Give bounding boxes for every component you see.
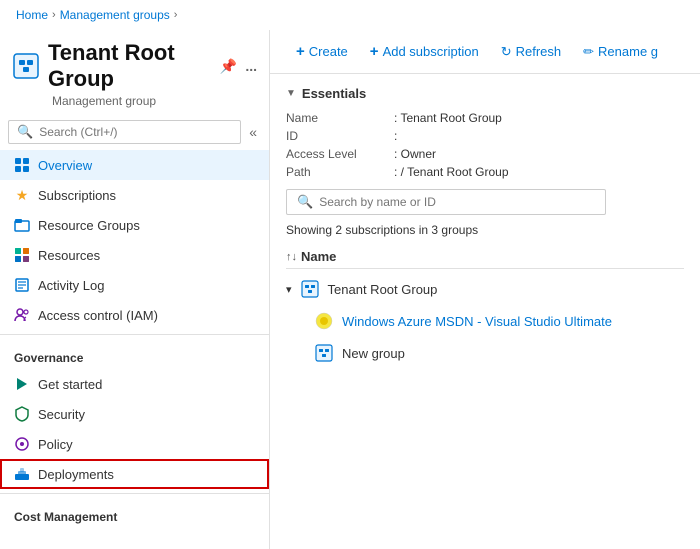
id-value: : bbox=[394, 129, 684, 143]
name-value: : Tenant Root Group bbox=[394, 111, 684, 125]
toolbar: + Create + Add subscription ↻ Refresh ✏ … bbox=[270, 30, 700, 74]
sidebar-resource-icon bbox=[12, 50, 40, 82]
breadcrumb: Home › Management groups › bbox=[0, 0, 700, 30]
more-options-button[interactable]: ... bbox=[245, 58, 257, 74]
add-subscription-button[interactable]: + Add subscription bbox=[360, 38, 489, 65]
access-level-label: Access Level bbox=[286, 147, 386, 161]
id-label: ID bbox=[286, 129, 386, 143]
get-started-icon bbox=[14, 376, 30, 392]
new-group-label: New group bbox=[342, 346, 405, 361]
essentials-section: ▼ Essentials Name : Tenant Root Group ID… bbox=[270, 74, 700, 381]
filter-input[interactable] bbox=[319, 195, 595, 209]
sidebar-item-security[interactable]: Security bbox=[0, 399, 269, 429]
breadcrumb-home[interactable]: Home bbox=[16, 8, 48, 22]
filter-search-icon: 🔍 bbox=[297, 194, 313, 210]
access-level-value: : Owner bbox=[394, 147, 684, 161]
subscriptions-icon: ★ bbox=[14, 187, 30, 203]
new-group-icon bbox=[314, 343, 334, 363]
breadcrumb-sep2: › bbox=[174, 9, 178, 21]
subscription-icon bbox=[314, 311, 334, 331]
sidebar-item-resources[interactable]: Resources bbox=[0, 240, 269, 270]
overview-icon bbox=[14, 157, 30, 173]
sidebar-item-activity-log-label: Activity Log bbox=[38, 278, 104, 293]
sidebar-item-subscriptions[interactable]: ★ Subscriptions bbox=[0, 180, 269, 210]
pin-button[interactable]: 📌 bbox=[220, 58, 237, 75]
cost-management-section-label: Cost Management bbox=[0, 498, 269, 528]
create-label: Create bbox=[309, 44, 348, 59]
list-item-subscription: Windows Azure MSDN - Visual Studio Ultim… bbox=[286, 305, 684, 337]
add-subscription-label: Add subscription bbox=[383, 44, 479, 59]
create-button[interactable]: + Create bbox=[286, 38, 358, 65]
sidebar-item-resource-groups[interactable]: Resource Groups bbox=[0, 210, 269, 240]
resources-icon bbox=[14, 247, 30, 263]
create-plus-icon: + bbox=[296, 43, 305, 60]
content-area: + Create + Add subscription ↻ Refresh ✏ … bbox=[270, 30, 700, 549]
filter-box[interactable]: 🔍 bbox=[286, 189, 606, 215]
path-label: Path bbox=[286, 165, 386, 179]
list-item-new-group: New group bbox=[286, 337, 684, 369]
policy-icon bbox=[14, 436, 30, 452]
showing-text: Showing 2 subscriptions in 3 groups bbox=[286, 223, 684, 237]
access-control-icon bbox=[14, 307, 30, 323]
essentials-header: ▼ Essentials bbox=[286, 86, 684, 101]
sidebar-item-get-started[interactable]: Get started bbox=[0, 369, 269, 399]
search-input[interactable] bbox=[39, 125, 232, 139]
sidebar-item-overview[interactable]: Overview bbox=[0, 150, 269, 180]
divider-cost bbox=[0, 493, 269, 494]
rename-icon: ✏ bbox=[583, 44, 594, 60]
sort-icon[interactable]: ↑↓ bbox=[286, 251, 297, 263]
sidebar-item-access-control[interactable]: Access control (IAM) bbox=[0, 300, 269, 330]
subscription-link[interactable]: Windows Azure MSDN - Visual Studio Ultim… bbox=[342, 314, 612, 329]
path-value: : / Tenant Root Group bbox=[394, 165, 684, 179]
essentials-title: Essentials bbox=[302, 86, 366, 101]
sidebar-item-access-control-label: Access control (IAM) bbox=[38, 308, 158, 323]
sidebar-item-resources-label: Resources bbox=[38, 248, 100, 263]
sidebar-main-title: Tenant Root Group bbox=[48, 40, 208, 92]
divider-governance bbox=[0, 334, 269, 335]
sidebar: Tenant Root Group 📌 ... Management group… bbox=[0, 30, 270, 549]
name-label: Name bbox=[286, 111, 386, 125]
tenant-root-group-label: Tenant Root Group bbox=[328, 282, 438, 297]
sidebar-item-get-started-label: Get started bbox=[38, 377, 102, 392]
sidebar-title-row: Tenant Root Group 📌 ... bbox=[12, 40, 257, 92]
refresh-icon: ↻ bbox=[501, 44, 512, 60]
add-subscription-plus-icon: + bbox=[370, 43, 379, 60]
management-group-icon bbox=[12, 52, 40, 80]
sidebar-item-security-label: Security bbox=[38, 407, 85, 422]
sidebar-item-resource-groups-label: Resource Groups bbox=[38, 218, 140, 233]
sidebar-item-policy-label: Policy bbox=[38, 437, 73, 452]
tenant-root-group-icon bbox=[300, 279, 320, 299]
security-icon bbox=[14, 406, 30, 422]
essentials-chevron[interactable]: ▼ bbox=[286, 88, 296, 99]
essentials-grid: Name : Tenant Root Group ID : Access Lev… bbox=[286, 111, 684, 179]
collapse-button[interactable]: « bbox=[245, 120, 261, 144]
activity-log-icon bbox=[14, 277, 30, 293]
breadcrumb-management-groups[interactable]: Management groups bbox=[60, 8, 170, 22]
sidebar-item-overview-label: Overview bbox=[38, 158, 92, 173]
sidebar-item-deployments-label: Deployments bbox=[38, 467, 114, 482]
breadcrumb-sep1: › bbox=[52, 9, 56, 21]
search-row: 🔍 « bbox=[0, 114, 269, 150]
sidebar-item-deployments[interactable]: Deployments bbox=[0, 459, 269, 489]
refresh-button[interactable]: ↻ Refresh bbox=[491, 39, 571, 65]
sidebar-item-subscriptions-label: Subscriptions bbox=[38, 188, 116, 203]
search-box[interactable]: 🔍 bbox=[8, 120, 241, 144]
deployments-icon bbox=[14, 466, 30, 482]
rename-button[interactable]: ✏ Rename g bbox=[573, 39, 668, 65]
list-header: ↑↓ Name bbox=[286, 245, 684, 269]
rename-label: Rename g bbox=[598, 44, 658, 59]
list-item-tenant-root[interactable]: ▾ Tenant Root Group bbox=[286, 273, 684, 305]
sidebar-item-activity-log[interactable]: Activity Log bbox=[0, 270, 269, 300]
governance-section-label: Governance bbox=[0, 339, 269, 369]
search-icon: 🔍 bbox=[17, 124, 33, 140]
sidebar-subtitle: Management group bbox=[52, 94, 257, 108]
sidebar-header: Tenant Root Group 📌 ... Management group bbox=[0, 30, 269, 114]
resource-groups-icon bbox=[14, 217, 30, 233]
list-column-name: Name bbox=[301, 249, 336, 264]
sidebar-item-policy[interactable]: Policy bbox=[0, 429, 269, 459]
refresh-label: Refresh bbox=[516, 44, 562, 59]
expand-chevron[interactable]: ▾ bbox=[286, 283, 292, 296]
